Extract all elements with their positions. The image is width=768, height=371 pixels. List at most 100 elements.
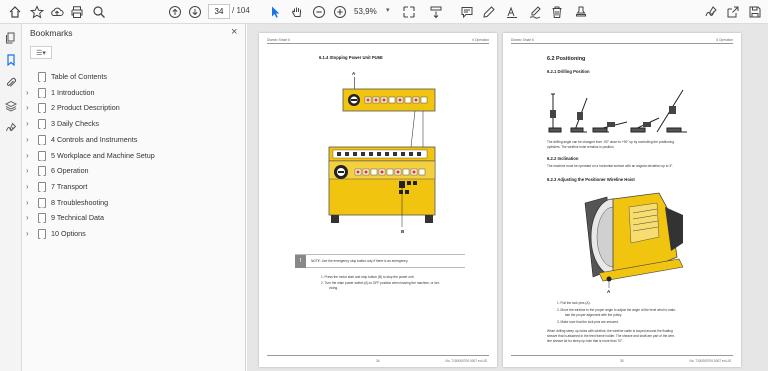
bookmark-label: 7 Transport — [51, 181, 88, 191]
page-up-icon[interactable] — [166, 3, 183, 20]
pen-icon[interactable] — [480, 3, 497, 20]
bookmark-icon — [38, 181, 46, 192]
chevron-right-icon[interactable]: › — [26, 135, 29, 144]
body-wireline-3: line sheave kit for steep up-hole that i… — [547, 339, 624, 343]
bookmark-options-button[interactable]: ☰▾ — [30, 46, 52, 59]
step-2: 2. Turn the main power switch (A) to OFF… — [321, 281, 440, 285]
header-rule — [511, 43, 733, 44]
bookmark-item[interactable]: › 7 Transport — [22, 180, 246, 195]
page-header-right: 6 Operation — [472, 38, 489, 42]
step-2-cont: vicing. — [329, 286, 339, 290]
bookmarks-panel: Bookmarks × ☰▾ Table of Contents › 1 Intro… — [22, 24, 246, 371]
bookmark-label: 9 Technical Data — [51, 213, 105, 223]
bookmark-icon — [38, 103, 46, 114]
comment-icon[interactable] — [458, 3, 475, 20]
bookmark-item[interactable]: › 8 Troubleshooting — [22, 196, 246, 211]
page-number-input[interactable]: 34 — [208, 4, 230, 19]
page-header-left: Diamec Smart 6 — [267, 38, 290, 42]
highlight-text-icon[interactable] — [503, 3, 520, 20]
layers-icon[interactable] — [3, 98, 19, 114]
bookmark-item[interactable]: › 10 Options — [22, 227, 246, 242]
print-icon[interactable] — [68, 3, 85, 20]
hand-tool-icon[interactable] — [288, 3, 305, 20]
chevron-right-icon[interactable]: › — [26, 119, 29, 128]
fit-page-icon[interactable] — [400, 3, 417, 20]
save-icon[interactable] — [746, 3, 763, 20]
attachment-icon[interactable] — [3, 75, 19, 91]
page-down-icon[interactable] — [186, 3, 203, 20]
bookmark-item[interactable]: › 4 Controls and Instruments — [22, 133, 246, 148]
bookmark-item[interactable]: Table of Contents — [22, 70, 246, 85]
zoom-in-icon[interactable] — [331, 3, 348, 20]
page-footer-number: 34 — [376, 359, 380, 363]
wireline-hoist-illustration — [584, 192, 684, 288]
chevron-right-icon[interactable]: › — [26, 198, 29, 207]
search-icon[interactable] — [90, 3, 107, 20]
bookmark-icon — [38, 197, 46, 208]
scroll-mode-icon[interactable] — [427, 3, 444, 20]
document-viewport[interactable]: Diamec Smart 6 6 Operation 6.1.4 Stoppin… — [247, 24, 768, 371]
delete-icon[interactable] — [548, 3, 565, 20]
bookmark-label: 6 Operation — [51, 166, 89, 176]
stamp-icon[interactable] — [572, 3, 589, 20]
callout-b: B — [401, 229, 405, 234]
bookmark-item[interactable]: › 2 Product Description — [22, 101, 246, 116]
step-2-cont: tain the proper alignment with the pulle… — [565, 313, 622, 317]
draw-icon[interactable] — [526, 3, 543, 20]
share-icon[interactable] — [724, 3, 741, 20]
footer-rule — [267, 355, 489, 356]
section-heading: 6.2 Positioning — [547, 56, 586, 62]
zoom-out-icon[interactable] — [310, 3, 327, 20]
header-rule — [267, 43, 489, 44]
bookmark-icon[interactable] — [3, 52, 19, 68]
chevron-right-icon[interactable]: › — [26, 229, 29, 238]
subsection-heading: 6.2.3 Adjusting the Positioner Wireline … — [547, 177, 635, 182]
bookmark-item[interactable]: › 5 Workplace and Machine Setup — [22, 149, 246, 164]
page-count: / 104 — [232, 6, 250, 15]
select-cursor-icon[interactable] — [266, 3, 283, 20]
page-footer-number: 35 — [620, 359, 624, 363]
bookmark-item[interactable]: › 6 Operation — [22, 164, 246, 179]
side-rail — [0, 24, 22, 371]
chevron-right-icon[interactable]: › — [26, 182, 29, 191]
bookmark-icon — [38, 134, 46, 145]
signature-panel-icon[interactable] — [3, 120, 19, 136]
bookmark-label: 4 Controls and Instruments — [51, 134, 138, 144]
chevron-right-icon[interactable]: › — [26, 166, 29, 175]
bookmark-item[interactable]: › 9 Technical Data — [22, 211, 246, 226]
subsection-heading: 6.2.1 Drilling Position — [547, 69, 590, 74]
footer-rule — [511, 355, 733, 356]
body-inclination: The machine must be operated on a horizo… — [547, 164, 674, 168]
bookmark-label: 10 Options — [51, 229, 86, 238]
bookmark-icon — [38, 72, 46, 82]
step-1: 1. Press the motor start and stop button… — [321, 275, 415, 279]
page-header-right: 6 Operation — [716, 38, 733, 42]
chevron-right-icon[interactable]: › — [26, 103, 29, 112]
step-3: 3. Make sure that the lock pins are secu… — [557, 320, 619, 324]
chevron-right-icon[interactable]: › — [26, 151, 29, 160]
bookmark-icon — [38, 119, 46, 130]
star-icon[interactable] — [28, 3, 45, 20]
close-icon[interactable]: × — [231, 26, 237, 38]
page-header-left: Diamec Smart 6 — [511, 38, 534, 42]
page-footer-doc: No. 7100000700.0007 en-US — [445, 359, 487, 363]
panel-title: Bookmarks — [30, 28, 73, 38]
upload-cloud-icon[interactable] — [48, 3, 65, 20]
callout-a: A — [352, 71, 356, 76]
note-box: ! NOTE: Use the emergency stop button on… — [295, 254, 465, 268]
home-icon[interactable] — [6, 3, 23, 20]
zoom-level[interactable]: 53,9% — [354, 4, 384, 19]
page-thumbnails-icon[interactable] — [3, 30, 19, 46]
drilling-position-illustration — [548, 89, 687, 133]
bookmark-label: 1 Introduction — [51, 87, 95, 97]
bookmark-icon — [38, 87, 46, 98]
chevron-right-icon[interactable]: › — [26, 88, 29, 97]
sign-icon[interactable] — [702, 3, 719, 20]
bookmark-label: 2 Product Description — [51, 103, 120, 113]
chevron-down-icon[interactable]: ▾ — [386, 6, 390, 14]
chevron-right-icon[interactable]: › — [26, 213, 29, 222]
bookmark-item[interactable]: › 1 Introduction — [22, 86, 246, 101]
bookmark-item[interactable]: › 3 Daily Checks — [22, 117, 246, 132]
note-badge: ! — [295, 255, 306, 268]
pdf-page-34: Diamec Smart 6 6 Operation 6.1.4 Stoppin… — [259, 33, 497, 367]
